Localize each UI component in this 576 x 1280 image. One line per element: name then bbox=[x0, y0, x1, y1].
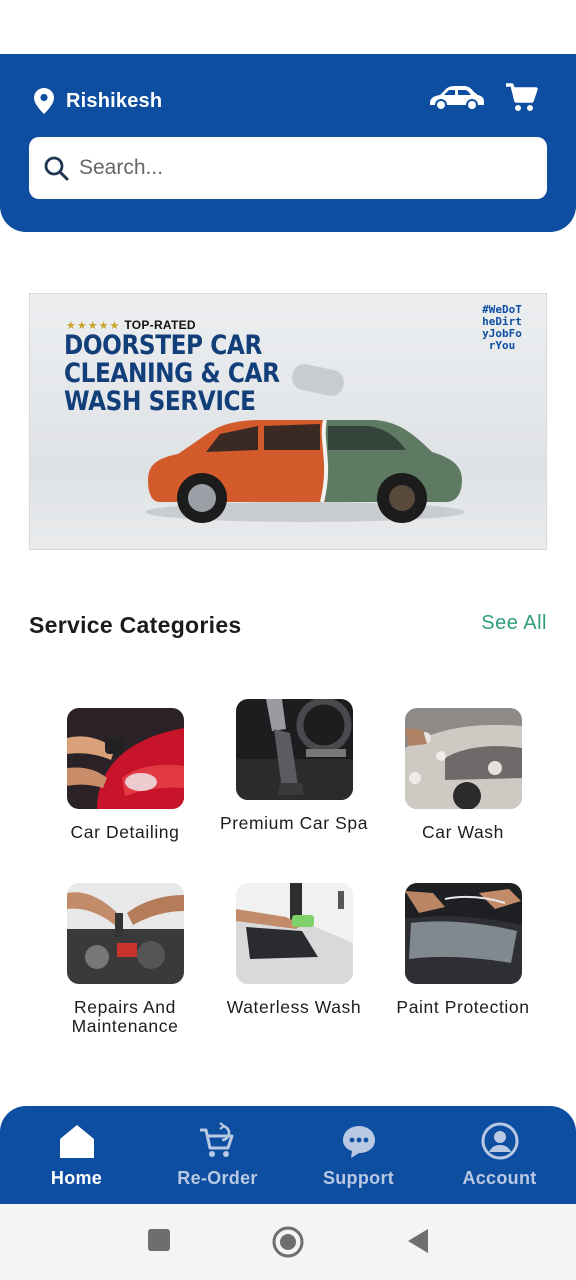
location-selector[interactable]: Rishikesh bbox=[34, 88, 162, 114]
search-bar[interactable] bbox=[29, 137, 547, 199]
promo-banner[interactable]: ★★★★★ TOP-RATED DOORSTEP CAR CLEANING & … bbox=[29, 293, 547, 550]
reorder-cart-icon bbox=[199, 1122, 233, 1157]
nav-label: Home bbox=[50, 1168, 103, 1188]
category-label: Car Detailing bbox=[70, 822, 180, 842]
headline-line-1: DOORSTEP CAR bbox=[64, 330, 262, 361]
location-pin-icon bbox=[34, 88, 54, 114]
support-chat-icon bbox=[342, 1126, 375, 1158]
category-premium-car-spa[interactable]: Premium Car Spa bbox=[209, 699, 379, 833]
category-label: Paint Protection bbox=[396, 997, 530, 1017]
category-car-wash[interactable]: Car Wash bbox=[378, 708, 548, 842]
nav-reorder[interactable]: Re-Order bbox=[148, 1106, 288, 1189]
recent-apps-icon[interactable] bbox=[147, 1228, 171, 1252]
location-name: Rishikesh bbox=[66, 89, 163, 112]
banner-hashtag: #WeDoTheDirtyJobForYou bbox=[482, 303, 522, 352]
category-label: Car Wash bbox=[422, 822, 504, 842]
search-icon bbox=[44, 156, 69, 181]
header-actions bbox=[426, 82, 538, 114]
waterless-wash-image bbox=[235, 883, 353, 984]
car-detailing-image bbox=[66, 708, 184, 809]
nav-label: Support bbox=[322, 1168, 395, 1188]
account-icon bbox=[481, 1122, 518, 1160]
nav-home[interactable]: Home bbox=[7, 1106, 147, 1189]
category-repairs-maintenance[interactable]: Repairs And Maintenance bbox=[40, 883, 210, 1036]
banner-car-image bbox=[145, 364, 465, 523]
paint-protection-image bbox=[404, 883, 522, 984]
home-button-icon[interactable] bbox=[272, 1226, 304, 1258]
system-navigation-bar bbox=[0, 1204, 576, 1280]
category-label: Waterless Wash bbox=[226, 997, 362, 1017]
back-icon[interactable] bbox=[406, 1228, 430, 1254]
category-label: Repairs And Maintenance bbox=[71, 997, 179, 1036]
nav-account[interactable]: Account bbox=[430, 1106, 570, 1189]
section-title: Service Categories bbox=[29, 612, 242, 638]
bottom-navigation: Home Re-Order Support Account bbox=[0, 1106, 576, 1204]
see-all-link[interactable]: See All bbox=[481, 612, 547, 635]
cart-icon[interactable] bbox=[504, 82, 538, 114]
home-icon bbox=[59, 1125, 94, 1158]
search-input[interactable] bbox=[79, 156, 509, 180]
car-spa-image bbox=[235, 699, 353, 800]
category-car-detailing[interactable]: Car Detailing bbox=[40, 708, 210, 842]
nav-support[interactable]: Support bbox=[289, 1106, 429, 1189]
nav-label: Account bbox=[462, 1168, 537, 1188]
repairs-image bbox=[66, 883, 184, 984]
category-paint-protection[interactable]: Paint Protection bbox=[378, 883, 548, 1017]
app-screen: Rishikesh ★★★★★ TOP-RATED DOORSTEP CAR bbox=[0, 0, 576, 1280]
category-label: Premium Car Spa bbox=[219, 813, 369, 833]
nav-label: Re-Order bbox=[177, 1168, 258, 1188]
category-waterless-wash[interactable]: Waterless Wash bbox=[209, 883, 379, 1017]
car-wash-image bbox=[404, 708, 522, 809]
my-car-icon[interactable] bbox=[426, 83, 486, 113]
